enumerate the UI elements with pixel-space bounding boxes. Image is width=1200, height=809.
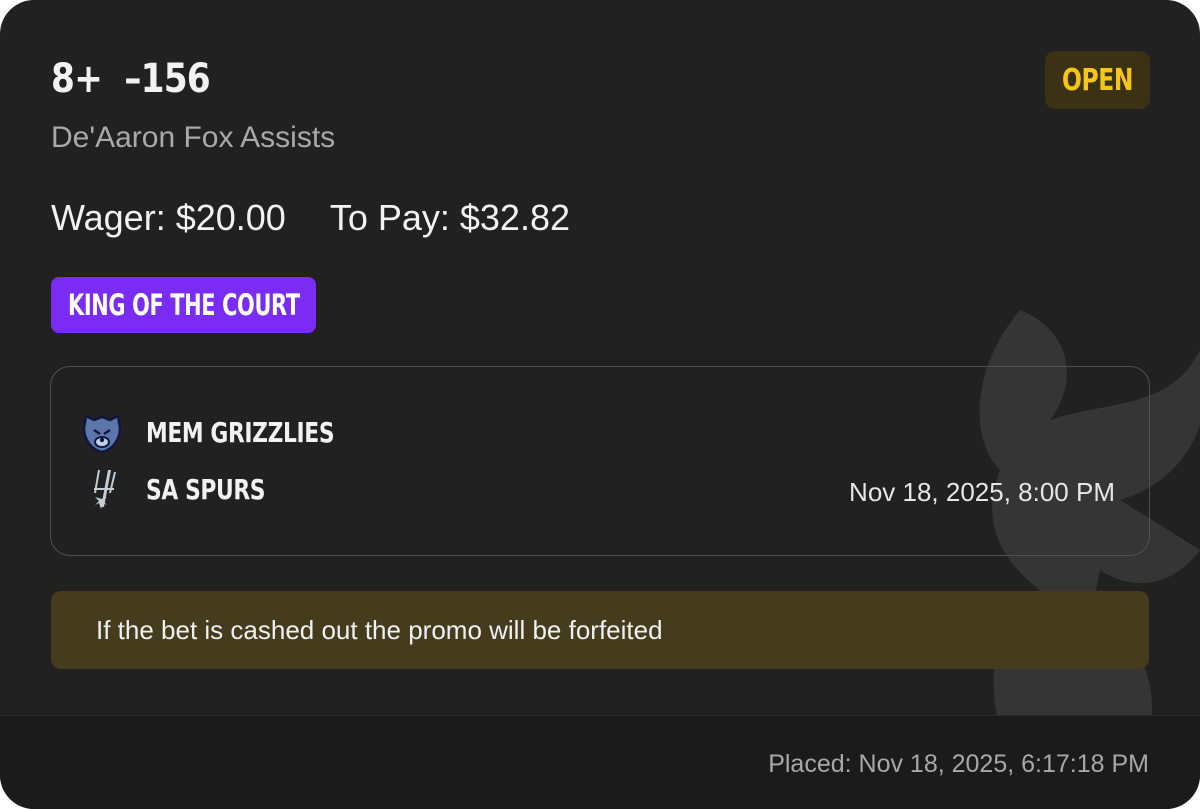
- status-badge: OPEN: [1045, 51, 1150, 109]
- to-pay-amount: To Pay: $32.82: [329, 197, 570, 238]
- spurs-logo-icon: [79, 466, 125, 512]
- placed-timestamp: Placed: Nov 18, 2025, 6:17:18 PM: [768, 750, 1149, 778]
- game-start-time: Nov 18, 2025, 8:00 PM: [849, 477, 1115, 507]
- status-label: OPEN: [1061, 62, 1134, 98]
- team-row-spurs: SA SPURS: [79, 466, 299, 512]
- team-name: SA SPURS: [146, 472, 266, 506]
- notice-text: If the bet is cashed out the promo will …: [96, 615, 663, 645]
- bet-card[interactable]: 8+ –156 De'Aaron Fox Assists OPEN Wager:…: [0, 0, 1200, 809]
- promo-badge[interactable]: KING OF THE COURT: [51, 277, 316, 333]
- bet-market: De'Aaron Fox Assists: [51, 121, 336, 154]
- bet-amounts: Wager: $20.00 To Pay: $32.82: [51, 197, 570, 239]
- bet-line-and-odds: 8+ –156: [51, 56, 211, 102]
- game-matchup-panel[interactable]: MEM GRIZZLIES SA SPURS Nov 18, 2025, 8:0…: [50, 366, 1150, 556]
- grizzlies-logo-icon: [79, 409, 125, 455]
- wager-amount: Wager: $20.00: [51, 197, 286, 238]
- bet-line: 8+: [51, 56, 103, 102]
- bet-odds: –156: [124, 56, 210, 102]
- team-name: MEM GRIZZLIES: [146, 415, 335, 449]
- card-footer: Placed: Nov 18, 2025, 6:17:18 PM: [0, 715, 1200, 809]
- team-row-grizzlies: MEM GRIZZLIES: [79, 409, 387, 455]
- promo-label: KING OF THE COURT: [67, 288, 300, 322]
- promo-notice: If the bet is cashed out the promo will …: [51, 591, 1149, 669]
